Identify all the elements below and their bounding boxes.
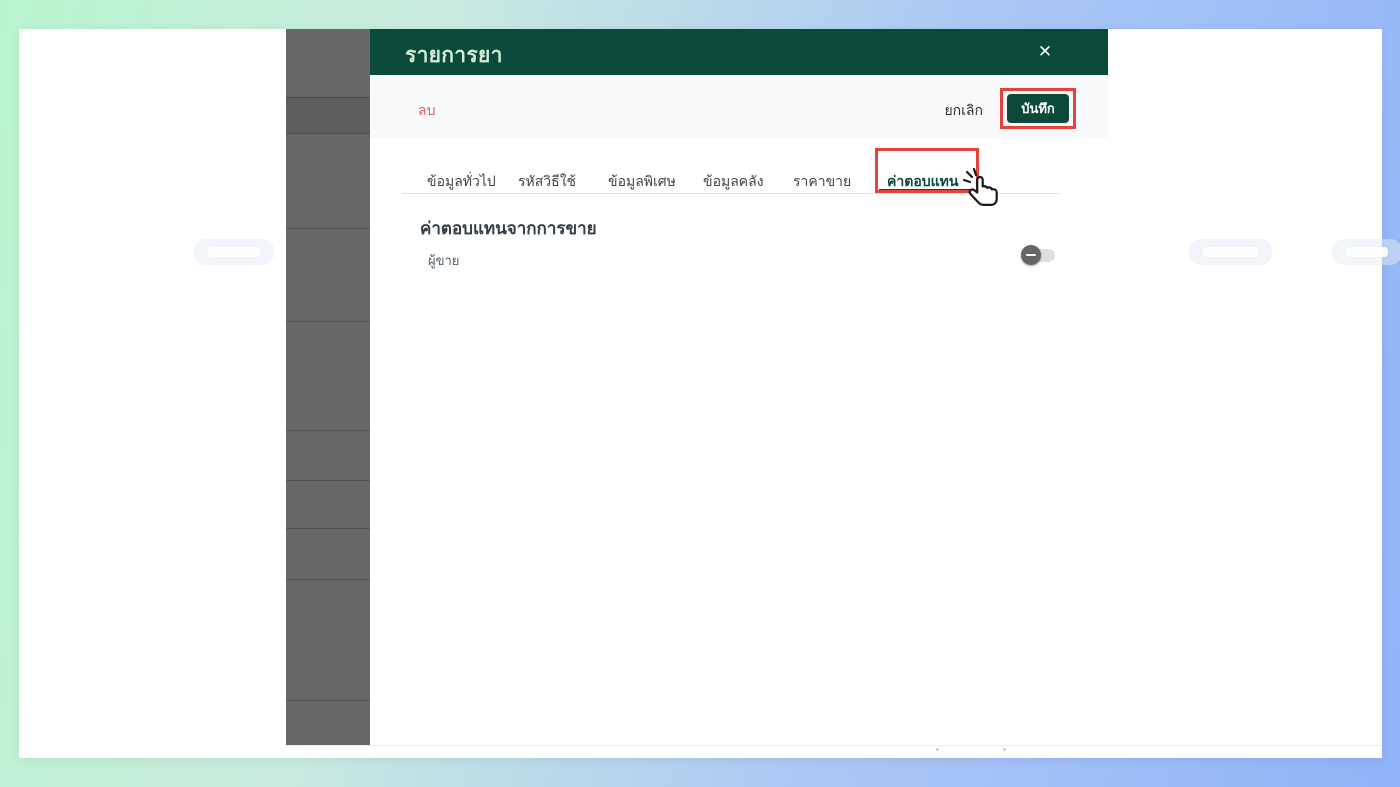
annotation-highlight-save: [1000, 88, 1076, 129]
tab-sale-price[interactable]: ราคาขาย: [793, 171, 851, 193]
dimmed-button-placeholder-left: [194, 239, 274, 265]
tab-usage-code[interactable]: รหัสวิธีใช้: [518, 171, 576, 193]
dimmed-footer-divider: [286, 745, 1382, 746]
cancel-button[interactable]: ยกเลิก: [944, 100, 983, 122]
dimmed-button-placeholder-right-2: [1332, 239, 1400, 265]
dimmed-table-column: [286, 29, 370, 745]
dimmed-pagination-dot: [1003, 748, 1006, 751]
seller-toggle[interactable]: [1021, 245, 1055, 265]
tab-stock-info[interactable]: ข้อมูลคลัง: [703, 171, 764, 193]
modal-toolbar: ลบ ยกเลิก บันทึก: [370, 75, 1108, 138]
medicine-item-modal: รายการยา ✕ ลบ ยกเลิก บันทึก ข้อมูลทั่วไป…: [370, 29, 1108, 745]
section-heading: ค่าตอบแทนจากการขาย: [420, 219, 597, 238]
tab-general-info[interactable]: ข้อมูลทั่วไป: [427, 171, 496, 193]
dimmed-pagination-dot: [936, 748, 939, 751]
dimmed-button-placeholder-right-1: [1189, 239, 1272, 265]
modal-title: รายการยา: [405, 44, 503, 67]
hand-click-cursor-icon: [962, 167, 998, 206]
modal-header: รายการยา ✕: [370, 29, 1108, 75]
delete-button[interactable]: ลบ: [418, 100, 435, 122]
minus-icon: [1026, 253, 1036, 257]
seller-row-label: ผู้ขาย: [428, 253, 460, 268]
tab-special-info[interactable]: ข้อมูลพิเศษ: [608, 171, 676, 193]
close-icon[interactable]: ✕: [1034, 41, 1056, 63]
toggle-knob: [1021, 245, 1041, 265]
